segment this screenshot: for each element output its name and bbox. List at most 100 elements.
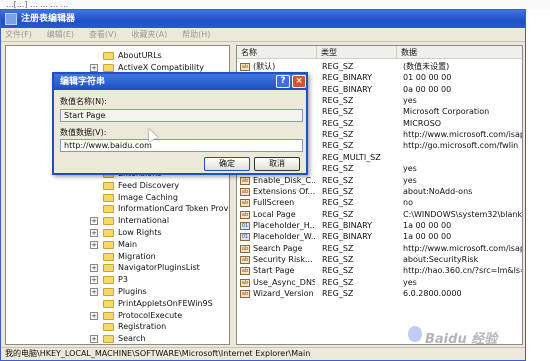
folder-icon (103, 193, 114, 202)
menu-file[interactable]: 文件(F) (5, 30, 32, 39)
menu-help[interactable]: 帮助(H) (182, 30, 210, 39)
expand-plus-icon[interactable]: + (90, 240, 98, 249)
column-header-type[interactable]: 类型 (317, 46, 397, 59)
baidu-paw-logo (408, 326, 422, 342)
ok-button[interactable]: 确定 (204, 157, 250, 171)
cancel-button[interactable]: 取消 (254, 157, 300, 171)
tree-item[interactable]: + Plugins (6, 286, 229, 298)
value-row[interactable]: ab Start Page REG_SZ http://hao.360.cn/?src… (237, 265, 522, 276)
window-title: 注册表编辑器 (21, 14, 76, 24)
column-header-name[interactable]: 名称 (237, 46, 317, 59)
value-row[interactable]: ab Enable_Disk_C... REG_SZ yes (237, 175, 522, 186)
value-type: REG_BINARY (322, 220, 373, 230)
folder-icon (103, 181, 114, 190)
value-type: REG_SZ (322, 277, 354, 287)
edit-string-dialog: 编辑字符串 ? × 数值名称(N): Start Page 数值数据(V): h… (52, 72, 308, 175)
tree-item-label: Low Rights (118, 228, 162, 237)
tree-item[interactable]: + ProtocolExecute (6, 310, 229, 322)
binary-value-icon: 01 (240, 233, 250, 242)
tree-item[interactable]: + P3 (6, 274, 229, 286)
folder-icon (103, 52, 114, 60)
value-row[interactable]: ab Wizard_Version REG_SZ 6.0.2800.0000 (237, 288, 522, 299)
tree-item[interactable]: + Main (6, 239, 229, 251)
value-type: REG_SZ (322, 175, 354, 185)
string-value-icon: ab (240, 210, 250, 219)
menu-edit[interactable]: 编辑(E) (47, 30, 74, 39)
menu-favorites[interactable]: 收藏夹(A) (131, 30, 167, 39)
value-type: REG_SZ (322, 130, 354, 140)
tree-item-label: Plugins (118, 287, 147, 296)
value-row[interactable]: ab Security Risk... REG_SZ about:SecurityRi… (237, 254, 522, 265)
tree-item[interactable]: Migration (6, 251, 229, 263)
value-row[interactable]: 01 Placeholder_W... REG_BINARY 1a 00 00 00 (237, 231, 522, 242)
expand-plus-icon[interactable]: + (90, 63, 98, 72)
value-type: REG_SZ (322, 243, 354, 253)
close-icon[interactable]: × (292, 75, 306, 88)
tree-item[interactable]: + Search (6, 333, 229, 344)
tree-item[interactable]: AboutURLs (6, 50, 229, 62)
value-name: Start Page (253, 266, 295, 276)
tree-item-label: Registration (118, 322, 167, 332)
value-data: 0a 00 00 00 (403, 84, 452, 94)
tree-item-label: InformationCard Token Provi (118, 204, 230, 214)
value-type: REG_SZ (322, 118, 354, 128)
string-value-icon: ab (240, 187, 250, 196)
tree-item[interactable]: Feed Discovery (6, 180, 229, 192)
value-row[interactable]: ab FullScreen REG_SZ no (237, 197, 522, 208)
string-value-icon: ab (240, 63, 250, 71)
menu-view[interactable]: 查看(V) (89, 30, 117, 39)
value-data: C:\WINDOWS\system32\blank.htm (403, 209, 523, 219)
expand-plus-icon[interactable]: + (90, 311, 98, 320)
expand-plus-icon[interactable]: + (90, 264, 98, 273)
value-name: Extensions Of... (253, 186, 315, 196)
string-value-icon: ab (240, 255, 250, 264)
value-type: REG_SZ (322, 266, 354, 276)
value-data: 01 00 00 00 (403, 73, 452, 83)
value-row[interactable]: ab (默认) REG_SZ (数值未设置) (237, 61, 522, 72)
expand-plus-icon[interactable]: + (90, 335, 98, 344)
value-type: REG_SZ (322, 198, 354, 208)
tree-item[interactable]: + International (6, 215, 229, 227)
string-value-icon: ab (240, 244, 250, 253)
value-name-field: Start Page (60, 109, 303, 122)
value-name: Search Page (253, 243, 303, 253)
folder-icon (103, 264, 114, 273)
folder-icon (103, 217, 114, 226)
value-data: about:SecurityRisk (403, 254, 479, 264)
value-type: REG_MULTI_SZ (322, 152, 381, 162)
expand-plus-icon[interactable]: + (90, 288, 98, 296)
tree-item[interactable]: + NavigatorPluginsList (6, 262, 229, 274)
value-data: Microsoft Corporation (403, 107, 490, 117)
value-row[interactable]: ab Use_Async_DNS REG_SZ yes (237, 277, 522, 288)
value-data: http://go.microsoft.com/fwlin (403, 141, 519, 151)
column-header-data[interactable]: 数据 (397, 46, 522, 59)
value-name: Local Page (253, 209, 296, 219)
tree-item[interactable]: Image Caching (6, 192, 229, 204)
tree-item-label: Feed Discovery (118, 180, 180, 190)
expand-plus-icon[interactable]: + (90, 229, 98, 237)
value-data: MICROSO (403, 118, 442, 128)
value-row[interactable]: ab Search Page REG_SZ http://www.microsoft.… (237, 243, 522, 254)
string-value-icon: ab (240, 278, 250, 287)
value-data: 6.0.2800.0000 (403, 289, 462, 298)
title-bar[interactable]: 注册表编辑器 (1, 10, 525, 28)
value-type: REG_SZ (322, 164, 354, 174)
tree-item-label: PrintAppletsOnFEWin9S (118, 298, 213, 308)
tree-item[interactable]: PrintAppletsOnFEWin9S (6, 298, 229, 310)
help-icon[interactable]: ? (276, 75, 290, 88)
value-data-label: 数值数据(V): (60, 128, 107, 137)
dialog-title[interactable]: 编辑字符串 (54, 74, 306, 90)
string-value-icon: ab (240, 176, 250, 185)
value-row[interactable]: 01 Placeholder_H... REG_BINARY 1a 00 00 00 (237, 220, 522, 231)
value-row[interactable]: ab Local Page REG_SZ C:\WINDOWS\system32\bl… (237, 209, 522, 220)
expand-plus-icon[interactable]: + (90, 217, 98, 226)
value-data-input[interactable]: http://www.baidu.com (60, 139, 303, 152)
value-row[interactable]: ab Extensions Of... REG_SZ about:NoAdd-ons (237, 186, 522, 197)
expand-plus-icon[interactable]: + (90, 276, 98, 285)
tree-item[interactable]: + Low Rights (6, 227, 229, 239)
value-data: 1a 00 00 00 (403, 232, 452, 242)
tree-item[interactable]: InformationCard Token Provi (6, 203, 230, 215)
value-data: yes (403, 164, 417, 174)
tree-item[interactable]: Registration (6, 321, 229, 333)
tree-item-label: ProtocolExecute (118, 310, 183, 320)
